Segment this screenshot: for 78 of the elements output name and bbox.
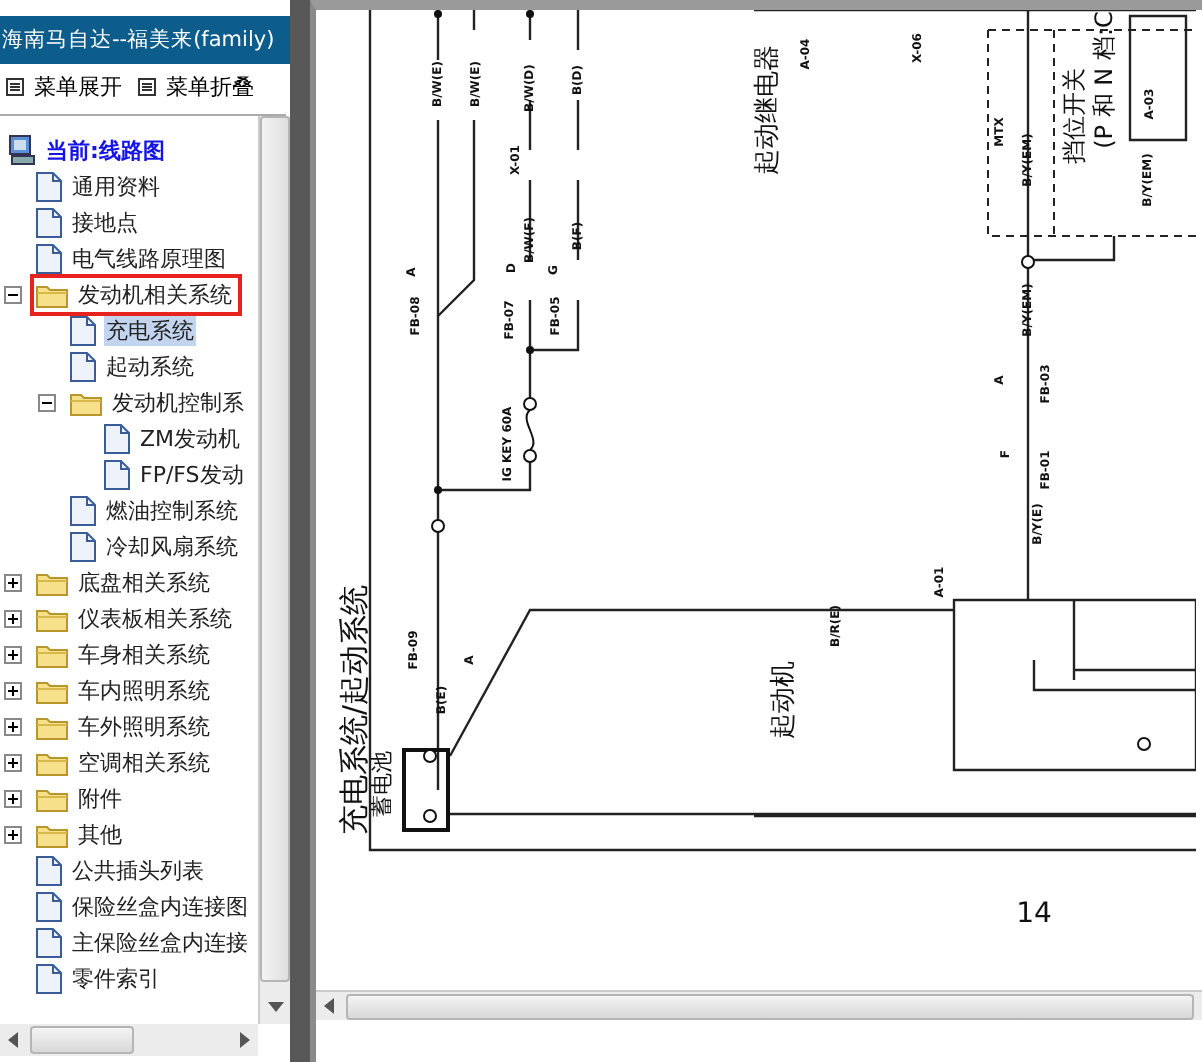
page-number: 14: [1016, 898, 1052, 930]
document-icon: [70, 351, 96, 381]
tree-item[interactable]: 电气线路原理图: [70, 243, 228, 273]
document-icon: [36, 171, 62, 201]
folder-icon: [36, 677, 68, 703]
component-label: (P 和 N 档:C: [1090, 11, 1118, 149]
tree-item[interactable]: 仪表板相关系统: [76, 603, 234, 633]
folder-icon: [36, 713, 68, 739]
computer-icon: [8, 134, 36, 166]
menu-button[interactable]: 菜单展开: [6, 72, 122, 102]
tree-item[interactable]: 车内照明系统: [76, 675, 212, 705]
component-label: 起动继电器: [753, 45, 783, 175]
tree-item[interactable]: 附件: [76, 783, 124, 813]
folder-icon: [36, 281, 68, 307]
expander-icon[interactable]: [4, 681, 22, 699]
document-icon: [36, 927, 62, 957]
document-icon: [36, 207, 62, 237]
tree-item[interactable]: 空调相关系统: [76, 747, 212, 777]
expander-icon[interactable]: [4, 573, 22, 591]
tree-item[interactable]: 发动机控制系: [110, 387, 246, 417]
tree-item[interactable]: 发动机相关系统: [76, 279, 234, 309]
document-icon: [70, 315, 96, 345]
document-icon: [36, 963, 62, 993]
folder-icon: [36, 749, 68, 775]
expander-icon[interactable]: [4, 753, 22, 771]
scroll-left-icon[interactable]: [8, 1032, 18, 1048]
tree-item[interactable]: 公共插头列表: [70, 855, 206, 885]
scroll-down-icon[interactable]: [267, 1002, 283, 1012]
component-label: 起动机: [769, 661, 799, 739]
expander-icon[interactable]: [4, 717, 22, 735]
document-icon: [70, 495, 96, 525]
tree-item[interactable]: 充电系统: [104, 315, 196, 345]
tree-item[interactable]: 主保险丝盒内连接: [70, 927, 250, 957]
expander-icon[interactable]: [4, 285, 22, 303]
folder-icon: [36, 785, 68, 811]
scrollbar-thumb[interactable]: [346, 993, 1194, 1019]
document-icon: [36, 891, 62, 921]
expander-icon[interactable]: [4, 825, 22, 843]
document-icon: [104, 459, 130, 489]
scroll-left-icon[interactable]: [324, 998, 334, 1014]
tree-item[interactable]: 车外照明系统: [76, 711, 212, 741]
horizontal-scrollbar[interactable]: [316, 990, 1202, 1020]
expander-icon[interactable]: [4, 645, 22, 663]
tree-item[interactable]: 车身相关系统: [76, 639, 212, 669]
tree-item[interactable]: FP/FS发动: [138, 459, 246, 489]
expander-icon[interactable]: [38, 393, 56, 411]
tree-item[interactable]: 零件索引: [70, 963, 162, 993]
tree-item[interactable]: 底盘相关系统: [76, 567, 212, 597]
tree-item[interactable]: ZM发动机: [138, 423, 243, 453]
folder-icon: [36, 569, 68, 595]
expander-icon[interactable]: [4, 609, 22, 627]
tree-item[interactable]: 起动系统: [104, 351, 196, 381]
scroll-right-icon[interactable]: [240, 1032, 250, 1048]
document-icon: [36, 243, 62, 273]
list-icon: [138, 78, 156, 96]
tree-item[interactable]: 燃油控制系统: [104, 495, 240, 525]
folder-icon: [36, 605, 68, 631]
folder-icon: [36, 641, 68, 667]
document-icon: [36, 855, 62, 885]
document-icon: [104, 423, 130, 453]
scrollbar-thumb[interactable]: [30, 1026, 134, 1054]
horizontal-scrollbar[interactable]: [0, 1024, 258, 1056]
tree-item[interactable]: 当前:线路图: [44, 135, 167, 165]
expander-icon[interactable]: [4, 789, 22, 807]
tree-item[interactable]: 冷却风扇系统: [104, 531, 240, 561]
window-title: 海南马自达--福美来(family): [0, 16, 290, 64]
menu-button[interactable]: 菜单折叠: [138, 72, 254, 102]
tree-item[interactable]: 保险丝盒内连接图: [70, 891, 250, 921]
tree-item[interactable]: 通用资料: [70, 171, 162, 201]
diagram-title: 充电系统/起动系统: [336, 584, 372, 836]
folder-icon: [70, 389, 102, 415]
list-icon: [6, 78, 24, 96]
folder-icon: [36, 821, 68, 847]
component-label: 挡位开关: [1060, 68, 1088, 164]
component-label: 蓄电池: [369, 751, 395, 817]
tree-item[interactable]: 其他: [76, 819, 124, 849]
tree-item[interactable]: 接地点: [70, 207, 140, 237]
document-icon: [70, 531, 96, 561]
